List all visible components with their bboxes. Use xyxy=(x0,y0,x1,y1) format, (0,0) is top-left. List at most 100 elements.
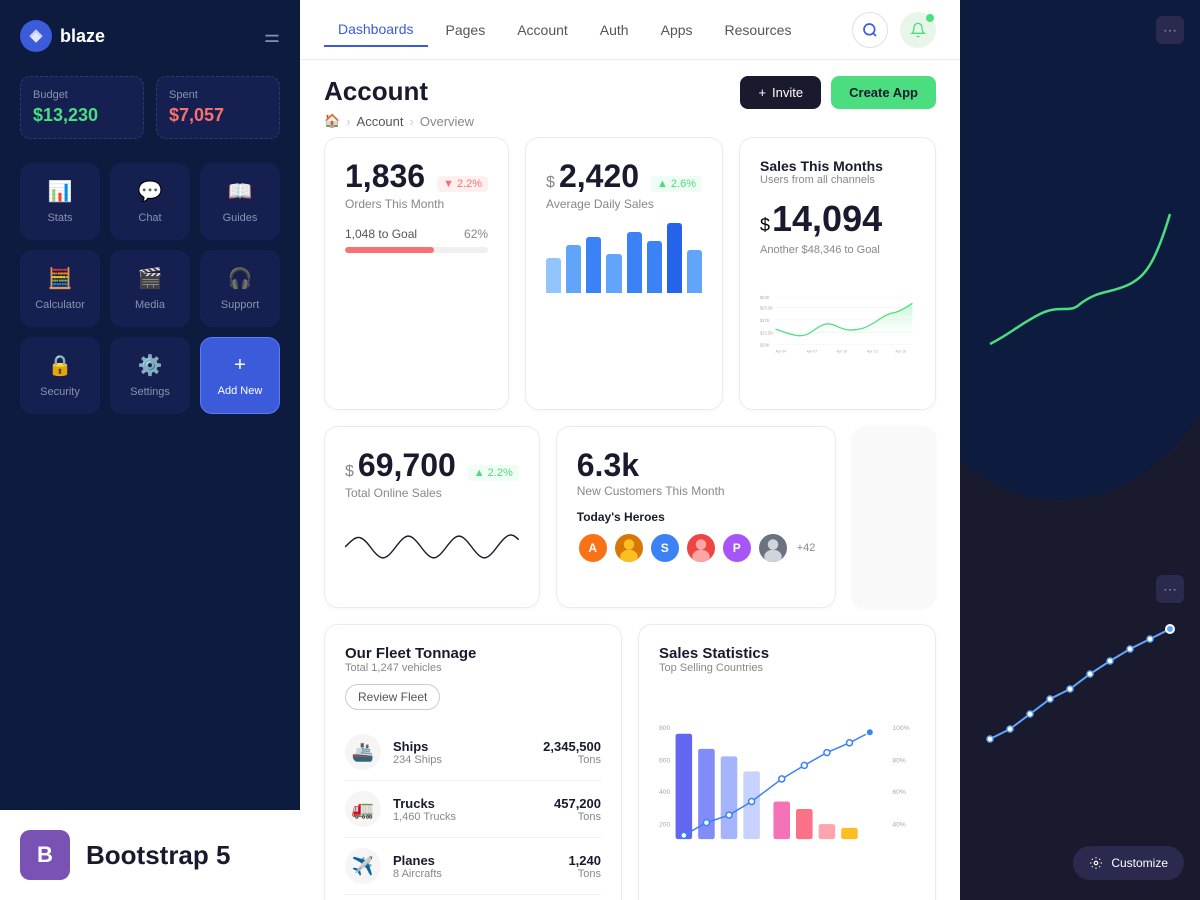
svg-text:$10K: $10K xyxy=(760,343,770,348)
sales-stats-subtitle: Top Selling Countries xyxy=(659,662,915,674)
heroes-section: Today's Heroes A S P xyxy=(577,510,816,564)
ships-tons: 2,345,500 xyxy=(543,739,601,754)
bar-country-3 xyxy=(721,756,738,839)
sidebar: blaze ⚌ Budget $13,230 Spent $7,057 📊 St… xyxy=(0,0,300,900)
nav-account[interactable]: Account xyxy=(503,14,582,46)
bar-8 xyxy=(687,250,702,293)
daily-sales-badge: ▲ 2.6% xyxy=(651,176,702,192)
search-button[interactable] xyxy=(852,12,888,48)
nav-apps[interactable]: Apps xyxy=(647,14,707,46)
breadcrumb: 🏠 › Account › Overview xyxy=(324,113,474,129)
ships-count: 234 Ships xyxy=(393,754,531,766)
sidebar-item-guides[interactable]: 📖 Guides xyxy=(200,163,280,240)
customize-button[interactable]: Customize xyxy=(1073,846,1184,880)
bar-country-1 xyxy=(676,734,693,839)
bar-7 xyxy=(667,223,682,293)
svg-text:600: 600 xyxy=(659,757,671,764)
svg-text:$24K: $24K xyxy=(760,295,770,300)
ships-icon: 🚢 xyxy=(345,734,381,770)
bootstrap-badge: B Bootstrap 5 xyxy=(0,810,300,900)
sales-stats-title: Sales Statistics xyxy=(659,645,915,662)
right-dot-5 xyxy=(1067,686,1073,692)
support-icon: 🎧 xyxy=(228,266,253,291)
right-dot-7 xyxy=(1107,658,1113,664)
sales-goal-text: Another $48,346 to Goal xyxy=(760,244,915,256)
svg-text:Apr 13: Apr 13 xyxy=(867,349,878,353)
sidebar-item-chat[interactable]: 💬 Chat xyxy=(110,163,190,240)
bottom-grid: Our Fleet Tonnage Total 1,247 vehicles R… xyxy=(324,624,936,900)
orders-badge: ▼ 2.2% xyxy=(437,176,488,192)
orders-goal-label: 1,048 to Goal xyxy=(345,227,417,241)
sales-prefix: $ xyxy=(760,215,770,236)
ships-unit: Tons xyxy=(543,754,601,766)
page-actions: + Invite Create App xyxy=(740,76,936,109)
sidebar-item-support[interactable]: 🎧 Support xyxy=(200,250,280,327)
svg-text:80%: 80% xyxy=(892,757,906,764)
sales-title: Sales This Months xyxy=(760,158,915,174)
bar-5 xyxy=(627,232,642,293)
heroes-avatars: A S P +42 xyxy=(577,532,816,564)
spent-label: Spent xyxy=(169,89,267,101)
right-dot-4 xyxy=(1047,696,1053,702)
sidebar-item-calculator[interactable]: 🧮 Calculator xyxy=(20,250,100,327)
sidebar-item-stats[interactable]: 📊 Stats xyxy=(20,163,100,240)
sidebar-header: blaze ⚌ xyxy=(20,20,280,52)
avatar-1: A xyxy=(577,532,609,564)
planes-unit: Tons xyxy=(568,868,601,880)
create-app-button[interactable]: Create App xyxy=(831,76,936,109)
page-title: Account xyxy=(324,76,474,107)
orders-card: 1,836 ▼ 2.2% Orders This Month 1,048 to … xyxy=(324,137,509,410)
breadcrumb-page: Overview xyxy=(420,114,474,129)
sales-line-chart: $24K $20.5K $17K $13.5K $10K xyxy=(760,264,915,384)
sidebar-item-security[interactable]: 🔒 Security xyxy=(20,337,100,414)
nav-resources[interactable]: Resources xyxy=(711,14,806,46)
menu-icon[interactable]: ⚌ xyxy=(264,26,280,47)
guides-icon: 📖 xyxy=(228,179,253,204)
chat-icon: 💬 xyxy=(138,179,163,204)
ships-value-cell: 2,345,500 Tons xyxy=(543,739,601,766)
notification-button[interactable] xyxy=(900,12,936,48)
sidebar-item-add-new[interactable]: + Add New xyxy=(200,337,280,414)
online-sales-badge-arrow: ▲ xyxy=(474,467,485,479)
sales-this-month-card: Sales This Months Users from all channel… xyxy=(739,137,936,410)
dot-4 xyxy=(749,799,755,805)
svg-text:800: 800 xyxy=(659,725,671,732)
dot-5 xyxy=(779,776,785,782)
daily-sales-prefix: $ xyxy=(546,174,555,192)
svg-text:40%: 40% xyxy=(892,821,906,828)
nav-dashboards[interactable]: Dashboards xyxy=(324,13,428,47)
orders-goal-pct: 62% xyxy=(464,227,488,241)
nav-auth[interactable]: Auth xyxy=(586,14,643,46)
spent-card: Spent $7,057 xyxy=(156,76,280,139)
bar-country-8 xyxy=(841,828,858,839)
planes-info: Planes 8 Aircrafts xyxy=(393,853,556,880)
sidebar-item-settings[interactable]: ⚙️ Settings xyxy=(110,337,190,414)
avatar-3: S xyxy=(649,532,681,564)
sidebar-logo: blaze xyxy=(20,20,105,52)
invite-button[interactable]: + Invite xyxy=(740,76,821,109)
review-fleet-button[interactable]: Review Fleet xyxy=(345,684,440,710)
spent-value: $7,057 xyxy=(169,105,267,126)
sidebar-item-media[interactable]: 🎬 Media xyxy=(110,250,190,327)
svg-text:Apr 10: Apr 10 xyxy=(836,349,847,353)
budget-cards: Budget $13,230 Spent $7,057 xyxy=(20,76,280,139)
breadcrumb-home-icon: 🏠 xyxy=(324,113,340,129)
ships-name: Ships xyxy=(393,739,531,754)
fleet-card: Our Fleet Tonnage Total 1,247 vehicles R… xyxy=(324,624,622,900)
top-nav-actions xyxy=(852,12,936,48)
right-panel-chart xyxy=(976,64,1184,384)
breadcrumb-section: Account xyxy=(357,114,404,129)
wave-chart xyxy=(345,512,519,587)
avatar-6 xyxy=(757,532,789,564)
svg-text:Apr 04: Apr 04 xyxy=(776,349,787,353)
add-new-label: Add New xyxy=(218,385,263,397)
bar-2 xyxy=(566,245,581,293)
orders-progress-bar xyxy=(345,247,488,253)
planes-value-cell: 1,240 Tons xyxy=(568,853,601,880)
nav-pages[interactable]: Pages xyxy=(432,14,500,46)
right-menu-icon[interactable]: ⋯ xyxy=(1156,16,1184,44)
right-lower-icon[interactable]: ⋯ xyxy=(1156,575,1184,603)
online-sales-badge-value: 2.2% xyxy=(488,467,513,479)
right-panel-top: ⋯ xyxy=(976,16,1184,52)
invite-plus-icon: + xyxy=(758,85,766,100)
